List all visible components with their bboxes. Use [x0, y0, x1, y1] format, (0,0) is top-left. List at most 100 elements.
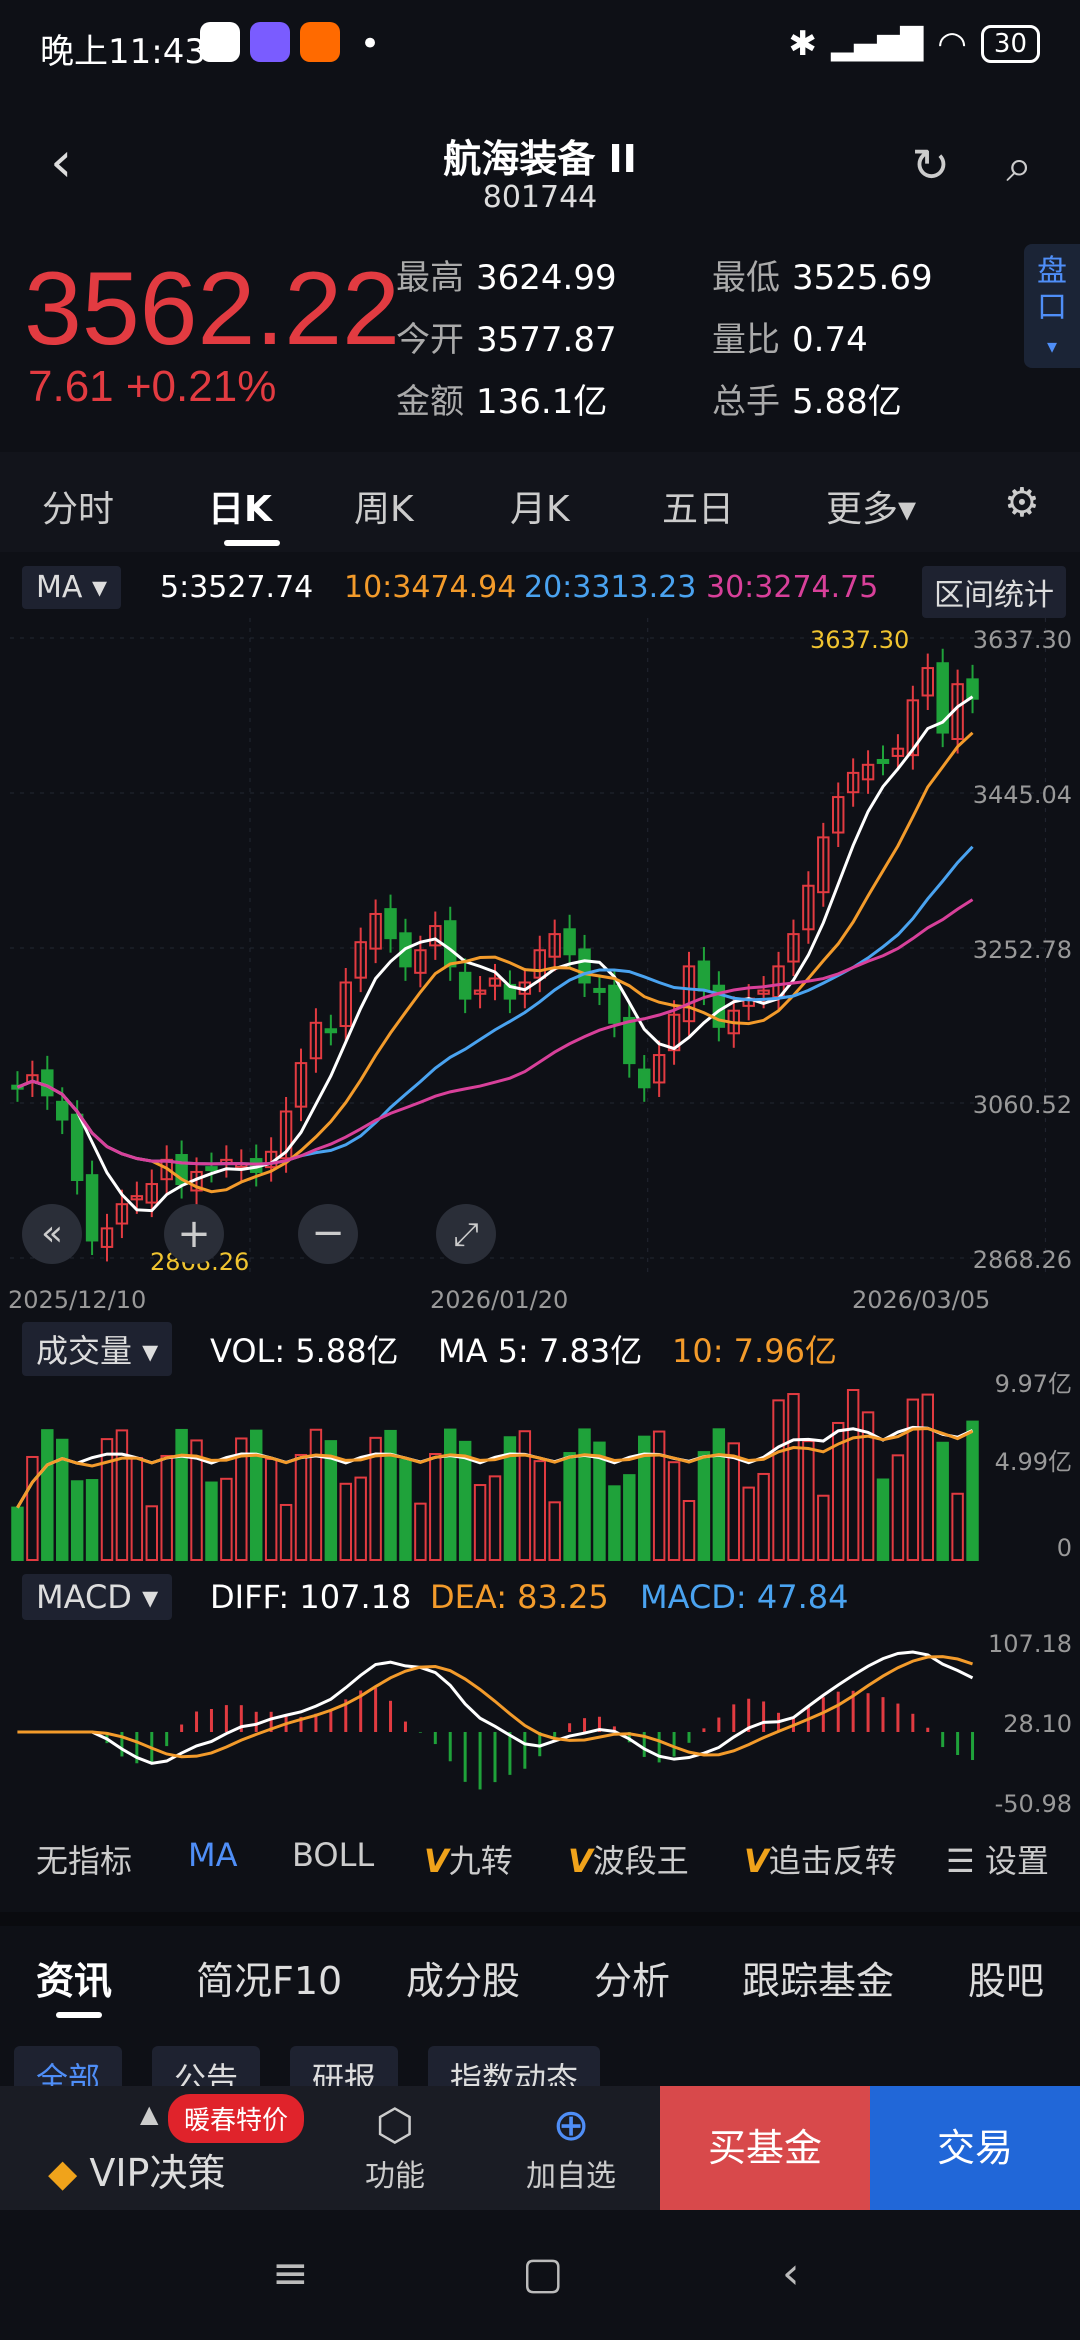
volume-bar [518, 1430, 532, 1561]
menu-icon[interactable]: ≡ [272, 2248, 309, 2299]
stat-total-hands: 总手 5.88亿 [712, 374, 902, 423]
indicator-label: 九转 [448, 1842, 513, 1880]
signal-icon: ▂▄▆█ [830, 26, 924, 62]
volume-bar [279, 1503, 293, 1561]
v-badge-icon: V [568, 1842, 593, 1880]
add-watchlist-button[interactable]: ⊕ 加自选 [506, 2100, 636, 2195]
volume-bar [563, 1452, 576, 1561]
status-bar: 晚上11:43 • ✱ ▂▄▆█ ◠ 30 [0, 0, 1080, 90]
volume-bar [608, 1485, 621, 1561]
dea-label: DEA: 83.25 [430, 1578, 609, 1616]
tab-monthly-k[interactable]: 月K [510, 480, 570, 532]
price-tick-label: 3060.52 [973, 1091, 1072, 1119]
status-time: 晚上11:43 [40, 32, 206, 72]
macd-dropdown[interactable]: MACD ▾ [22, 1574, 173, 1620]
stat-amount: 金额 136.1亿 [396, 374, 607, 423]
section-tab-tracking-funds[interactable]: 跟踪基金 [742, 1950, 894, 2005]
battery-icon: 30 [980, 25, 1040, 63]
indicator-ma[interactable]: MA [188, 1836, 238, 1874]
stat-label: 金额 [396, 382, 464, 422]
last-price: 3562.22 [24, 251, 400, 367]
vip-label: VIP决策 [89, 2151, 226, 2195]
candle-body [638, 1068, 651, 1089]
volume-dropdown[interactable]: 成交量 ▾ [22, 1322, 173, 1376]
settings-icon: ☰ [946, 1842, 975, 1880]
volume-bar [667, 1461, 681, 1561]
section-tab-news[interactable]: 资讯 [36, 1950, 112, 2005]
volume-bar [220, 1477, 233, 1561]
buy-fund-button[interactable]: 买基金 [660, 2086, 870, 2210]
vip-decision-button[interactable]: ◆ VIP决策 [48, 2142, 225, 2197]
v-badge-icon: V [424, 1842, 449, 1880]
refresh-icon[interactable]: ↻ [911, 138, 950, 192]
function-label: 功能 [365, 2159, 425, 2194]
stat-value: 3525.69 [792, 258, 933, 298]
macd-tick-label: -50.98 [995, 1790, 1072, 1818]
search-icon[interactable]: ⌕ [1006, 138, 1032, 194]
candle-body [563, 928, 576, 956]
candlestick-chart[interactable]: 3637.30 3445.04 3252.78 3060.52 2868.26 2025/… [0, 618, 1080, 1318]
function-button[interactable]: ⬡ 功能 [330, 2100, 460, 2195]
back-nav-icon[interactable]: ‹ [782, 2248, 800, 2299]
pankou-button[interactable]: 盘 口 ▾ [1024, 244, 1080, 368]
indicator-chase-reverse[interactable]: V追击反转 [744, 1836, 897, 1882]
indicator-none[interactable]: 无指标 [36, 1836, 132, 1882]
volume-bar [802, 1440, 815, 1561]
indicator-nine-turn[interactable]: V九转 [424, 1836, 513, 1882]
ma-dropdown[interactable]: MA ▾ [22, 566, 122, 609]
volume-bar [130, 1456, 144, 1561]
volume-bar [309, 1428, 323, 1562]
candle-body [56, 1100, 69, 1121]
tab-five-day[interactable]: 五日 [662, 480, 734, 532]
trade-button[interactable]: 交易 [870, 2086, 1080, 2210]
vol-label: VOL: 5.88亿 [210, 1332, 399, 1370]
bottom-action-bar: ▲ 暖春特价 ◆ VIP决策 ⬡ 功能 ⊕ 加自选 买基金 交易 [0, 2086, 1080, 2210]
candle-body [444, 920, 457, 968]
volume-bar [921, 1393, 934, 1561]
price-tick-label: 2868.26 [973, 1246, 1072, 1274]
candle-body [623, 1016, 636, 1065]
scroll-left-button[interactable]: « [22, 1204, 82, 1264]
home-icon[interactable]: ▢ [522, 2248, 564, 2299]
indicator-label: 波段王 [592, 1842, 689, 1880]
volume-bar [473, 1484, 487, 1561]
indicator-boll[interactable]: BOLL [292, 1836, 374, 1874]
subtab-index-news[interactable]: 指数动态 [428, 2046, 601, 2086]
macd-chart[interactable]: 107.18 28.10 -50.98 [0, 1622, 1080, 1822]
zoom-in-button[interactable]: + [164, 1204, 224, 1264]
section-tab-constituents[interactable]: 成分股 [406, 1950, 520, 2005]
indicator-settings[interactable]: ☰ 设置 [946, 1836, 1049, 1882]
tab-daily-k[interactable]: 日K [208, 480, 272, 532]
tab-more[interactable]: 更多▾ [826, 480, 916, 532]
volume-bar [175, 1428, 188, 1561]
active-tab-underline [224, 540, 280, 546]
volume-bar [70, 1480, 84, 1561]
stat-value: 136.1亿 [476, 382, 608, 422]
volume-bar [488, 1475, 502, 1561]
tab-weekly-k[interactable]: 周K [354, 480, 414, 532]
section-tab-forum[interactable]: 股吧 [968, 1950, 1044, 2005]
tab-intraday[interactable]: 分时 [42, 480, 114, 532]
subtab-all[interactable]: 全部 [14, 2046, 123, 2086]
subtab-announcements[interactable]: 公告 [152, 2046, 261, 2086]
settings-gear-icon[interactable]: ⚙ [1004, 480, 1040, 526]
volume-chart[interactable]: 9.97亿 4.99亿 0 [0, 1370, 1080, 1570]
volume-bar [697, 1451, 711, 1561]
system-nav-bar: ≡ ▢ ‹ [0, 2210, 1080, 2340]
price-change: 7.61 +0.21% [28, 362, 277, 411]
fullscreen-icon[interactable]: ⤢ [436, 1204, 496, 1264]
date-tick-label: 2026/03/05 [852, 1286, 990, 1314]
range-stat-button[interactable]: 区间统计 [922, 566, 1066, 618]
volume-bar [160, 1454, 173, 1561]
stat-value: 5.88亿 [792, 382, 902, 422]
mi-app-icon [300, 22, 340, 62]
stat-label: 最高 [396, 258, 464, 298]
ma-legend-bar: MA ▾ 5:3527.74 10:3474.94 20:3313.23 30:… [0, 560, 1080, 618]
section-tab-f10[interactable]: 简况F10 [196, 1950, 342, 2005]
section-tab-analysis[interactable]: 分析 [594, 1950, 670, 2005]
indicator-wave-king[interactable]: V波段王 [568, 1836, 689, 1882]
volume-bar [772, 1399, 785, 1561]
subtab-research[interactable]: 研报 [290, 2046, 399, 2086]
volume-bar [817, 1494, 830, 1561]
zoom-out-button[interactable]: − [298, 1204, 358, 1264]
